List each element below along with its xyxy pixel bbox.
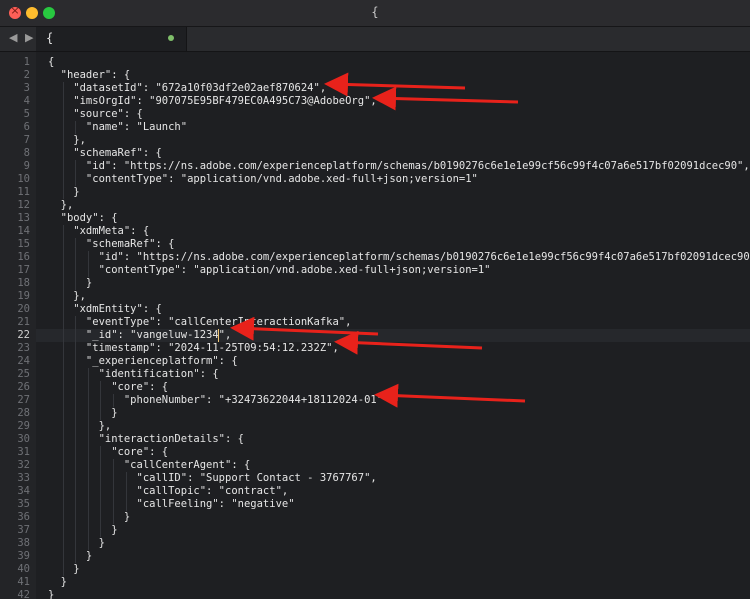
line-number: 20: [17, 303, 30, 315]
line-number: 22: [17, 329, 30, 341]
line-number: 10: [17, 173, 30, 185]
code-line[interactable]: }: [48, 550, 92, 563]
code-line[interactable]: },: [48, 290, 86, 303]
code-line[interactable]: "_id": "vangeluw-1234",: [48, 329, 231, 342]
code-line[interactable]: "contentType": "application/vnd.adobe.xe…: [48, 173, 478, 186]
tab-navigation-arrows-icon[interactable]: ◀ ▶: [9, 31, 35, 44]
code-line[interactable]: "callCenterAgent": {: [48, 459, 250, 472]
line-number: 11: [17, 186, 30, 198]
line-number: 36: [17, 511, 30, 523]
line-number: 39: [17, 550, 30, 562]
window-title: {: [371, 5, 379, 19]
line-number: 31: [17, 446, 30, 458]
line-number: 29: [17, 420, 30, 432]
code-line[interactable]: "name": "Launch": [48, 121, 187, 134]
line-number: 16: [17, 251, 30, 263]
code-line[interactable]: "interactionDetails": {: [48, 433, 244, 446]
code-line[interactable]: "timestamp": "2024-11-25T09:54:12.232Z",: [48, 342, 339, 355]
line-number: 15: [17, 238, 30, 250]
annotation-arrow-imsorgid: [372, 86, 519, 111]
code-line[interactable]: "datasetId": "672a10f03df2e02aef870624",: [48, 82, 326, 95]
code-line[interactable]: "body": {: [48, 212, 118, 225]
line-number: 2: [23, 69, 30, 81]
code-line[interactable]: "contentType": "application/vnd.adobe.xe…: [48, 264, 491, 277]
code-line[interactable]: "id": "https://ns.adobe.com/experiencepl…: [48, 251, 750, 264]
code-line[interactable]: }: [48, 524, 117, 537]
code-line[interactable]: "schemaRef": {: [48, 147, 162, 160]
line-number: 19: [17, 290, 30, 302]
line-number: 33: [17, 472, 30, 484]
code-line[interactable]: "schemaRef": {: [48, 238, 175, 251]
annotation-arrow-timestamp: [334, 330, 483, 355]
line-number: 32: [17, 459, 30, 471]
tab-active-file[interactable]: {: [36, 27, 187, 51]
tab-label: {: [46, 31, 54, 45]
code-line[interactable]: "source": {: [48, 108, 143, 121]
line-number: 35: [17, 498, 30, 510]
line-number: 38: [17, 537, 30, 549]
line-number: 23: [17, 342, 30, 354]
line-number: 21: [17, 316, 30, 328]
code-line[interactable]: }: [48, 576, 67, 589]
line-number: 3: [23, 82, 30, 94]
code-line[interactable]: "core": {: [48, 446, 168, 459]
code-line[interactable]: "callFeeling": "negative": [48, 498, 295, 511]
code-line[interactable]: }: [48, 537, 105, 550]
code-line[interactable]: }: [48, 563, 79, 576]
code-line[interactable]: "_experienceplatform": {: [48, 355, 238, 368]
line-number: 42: [17, 589, 30, 599]
code-line[interactable]: }: [48, 407, 117, 420]
line-number: 28: [17, 407, 30, 419]
line-number: 14: [17, 225, 30, 237]
code-line[interactable]: },: [48, 199, 74, 212]
line-number: 26: [17, 381, 30, 393]
line-number: 4: [23, 95, 30, 107]
code-line[interactable]: },: [48, 134, 86, 147]
annotation-arrow-datasetid: [324, 72, 466, 97]
code-editor[interactable]: 1 2 3 4 5 6 7 8 9 10 11 12 13 14 15 16 17 18 19 20 21 22 23 24 2…: [0, 52, 750, 599]
line-number: 7: [23, 134, 30, 146]
unsaved-indicator-icon: [168, 35, 174, 41]
text-caret: [218, 329, 220, 342]
code-line[interactable]: "eventType": "callCenterInteractionKafka…: [48, 316, 352, 329]
tab-bar: ◀ ▶ {: [0, 27, 750, 52]
code-line[interactable]: "imsOrgId": "907075E95BF479EC0A495C73@Ad…: [48, 95, 376, 108]
code-line[interactable]: "callTopic": "contract",: [48, 485, 289, 498]
line-number: 24: [17, 355, 30, 367]
code-line[interactable]: {: [48, 56, 54, 69]
code-line[interactable]: },: [48, 420, 112, 433]
line-number: 13: [17, 212, 30, 224]
line-number: 17: [17, 264, 30, 276]
line-number: 41: [17, 576, 30, 588]
code-line[interactable]: }: [48, 589, 54, 599]
line-number: 37: [17, 524, 30, 536]
line-number: 40: [17, 563, 30, 575]
line-number: 34: [17, 485, 30, 497]
code-line[interactable]: "xdmMeta": {: [48, 225, 149, 238]
code-line[interactable]: "phoneNumber": "+32473622044+18112024-01…: [48, 394, 383, 407]
line-number-gutter: 1 2 3 4 5 6 7 8 9 10 11 12 13 14 15 16 17 18 19 20 21 22 23 24 2…: [0, 52, 36, 599]
code-line[interactable]: }: [48, 511, 130, 524]
code-line[interactable]: "id": "https://ns.adobe.com/experiencepl…: [48, 160, 750, 173]
title-bar: {: [0, 0, 750, 27]
line-number: 5: [23, 108, 30, 120]
line-number: 27: [17, 394, 30, 406]
line-number: 18: [17, 277, 30, 289]
code-line[interactable]: "identification": {: [48, 368, 219, 381]
line-number: 6: [23, 121, 30, 133]
line-number: 30: [17, 433, 30, 445]
line-number: 12: [17, 199, 30, 211]
code-line[interactable]: }: [48, 186, 79, 199]
code-line[interactable]: "core": {: [48, 381, 168, 394]
line-number: 25: [17, 368, 30, 380]
code-line[interactable]: "header": {: [48, 69, 131, 82]
annotation-arrow-phonenumber: [374, 383, 526, 408]
code-line[interactable]: }: [48, 277, 92, 290]
line-number: 1: [23, 56, 30, 68]
line-number: 8: [23, 147, 30, 159]
code-line[interactable]: "callID": "Support Contact - 3767767",: [48, 472, 377, 485]
line-number: 9: [23, 160, 30, 172]
code-line[interactable]: "xdmEntity": {: [48, 303, 162, 316]
